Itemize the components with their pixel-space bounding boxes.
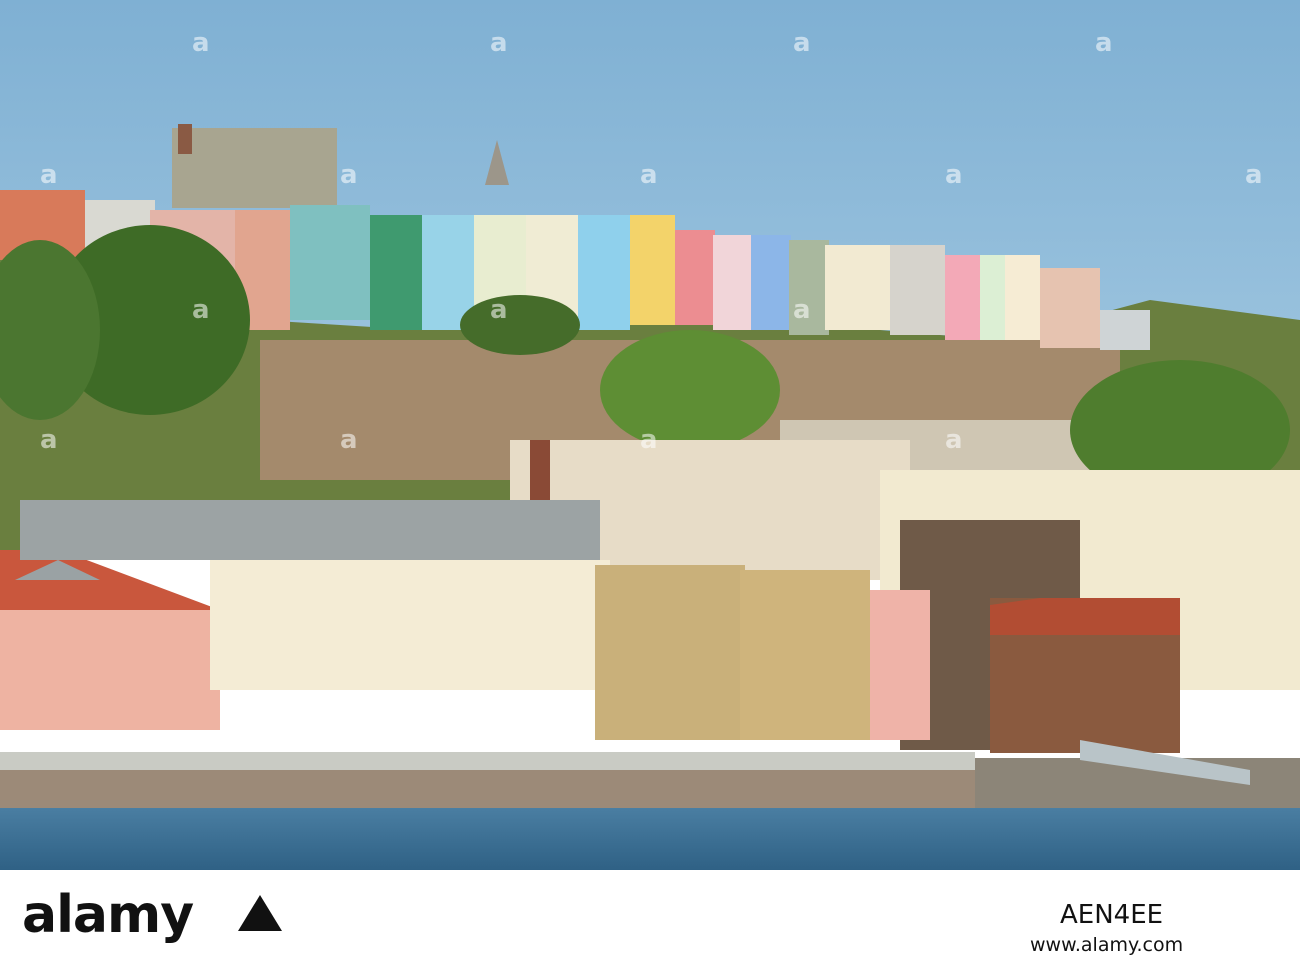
watermark-mark: a [793,295,811,325]
logo-triangle-icon [238,895,282,931]
watermark-mark: a [490,295,508,325]
watermark-mark: a [793,28,811,58]
watermark-mark: a [640,425,658,455]
watermark-mark: a [340,425,358,455]
watermark-mark: a [945,425,963,455]
watermark-mark: a [1095,28,1113,58]
site-url[interactable]: www.alamy.com [1030,934,1183,956]
watermark-mark: a [340,160,358,190]
watermark-mark: a [640,160,658,190]
hilltop-house [172,128,337,208]
watermark-mark: a [1245,160,1263,190]
watermark-mark: a [192,295,210,325]
watermark-mark: a [40,160,58,190]
image-id: AEN4EE [1060,900,1164,930]
watermark-mark: a [490,28,508,58]
harbour-water [0,808,1300,870]
watermark-mark: a [192,28,210,58]
watermark-mark: a [40,425,58,455]
alamy-logo[interactable]: alamy [22,885,194,945]
watermark-mark: a [945,160,963,190]
